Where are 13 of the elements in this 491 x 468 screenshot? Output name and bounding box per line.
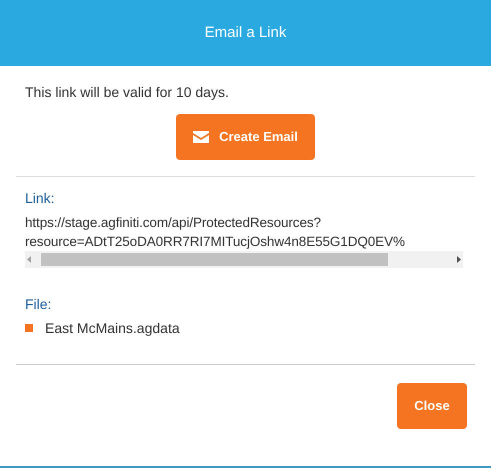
- bullet-icon: [25, 324, 33, 332]
- close-button[interactable]: Close: [397, 383, 467, 429]
- link-url-line: resource=ADtT25oDA0RR7RI7MITucjOshw4n8E55G1DQ0EV%: [25, 233, 405, 251]
- dialog-title: Email a Link: [204, 22, 286, 43]
- file-label: File:: [25, 295, 52, 313]
- link-label: Link:: [25, 189, 56, 207]
- validity-message: This link will be valid for 10 days.: [25, 83, 230, 101]
- scrollbar-thumb[interactable]: [41, 253, 388, 266]
- link-url-line: https://stage.agfiniti.com/api/ProtectedResources?: [25, 214, 321, 232]
- envelope-icon: [193, 131, 210, 143]
- file-name: East McMains.agdata: [45, 319, 180, 337]
- horizontal-scrollbar[interactable]: [25, 251, 463, 268]
- create-email-button[interactable]: Create Email: [176, 114, 315, 160]
